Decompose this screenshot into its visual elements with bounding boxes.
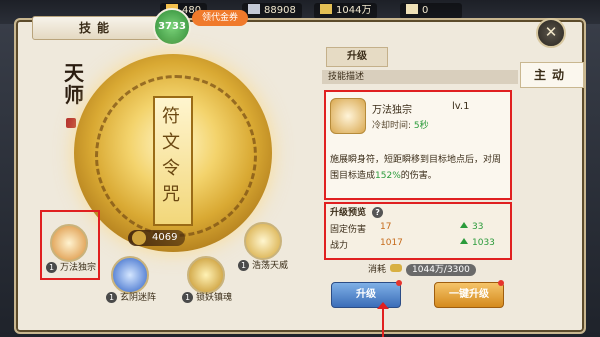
skill-label: 1 锁妖镇魂 xyxy=(182,292,232,304)
stat-current: 17 xyxy=(380,222,392,232)
cooldown: 冷却时间: 5秒 xyxy=(372,121,429,131)
resource-item: 0 xyxy=(400,3,462,19)
notification-dot xyxy=(498,280,504,286)
stat-label: 战力 xyxy=(330,241,349,251)
tab-active-skills[interactable]: 主动 xyxy=(520,62,584,88)
stat-next: 1033 xyxy=(460,238,495,248)
scroll-icon xyxy=(406,4,418,14)
claim-voucher-button[interactable]: 领代金券 xyxy=(192,10,248,26)
skill-label: 1 浩荡天威 xyxy=(238,260,288,272)
up-arrow-icon xyxy=(460,238,468,244)
vip-badge[interactable]: 3733 xyxy=(153,8,191,46)
upgrade-all-button[interactable]: 一键升级 xyxy=(434,282,504,308)
character-class-label: 天师 xyxy=(64,61,84,107)
gold-icon xyxy=(320,4,332,14)
stat-current: 1017 xyxy=(380,238,403,248)
resource-item: 1044万 xyxy=(314,3,378,19)
panel-title: 技能 xyxy=(32,16,162,40)
close-button[interactable]: ✕ xyxy=(536,18,566,48)
upgrade-preview-title: 升级预览? xyxy=(330,205,384,218)
skill-description-header: 技能描述 xyxy=(322,70,518,84)
power-display: 4069 xyxy=(128,230,186,246)
power-icon xyxy=(132,231,146,245)
skill-icon-current xyxy=(330,98,366,134)
resource-item: 88908 xyxy=(242,3,302,19)
jade-icon xyxy=(248,4,260,14)
upgrade-button[interactable]: 升级 xyxy=(331,282,401,308)
talisman-glyphs: 符文令咒 xyxy=(162,106,180,205)
gold-icon xyxy=(390,264,403,272)
skill-level: lv.1 xyxy=(452,101,470,112)
seal-icon xyxy=(66,118,76,128)
skill-name: 万法独宗 xyxy=(372,105,412,116)
help-icon[interactable]: ? xyxy=(372,207,384,218)
up-arrow-icon xyxy=(460,222,468,228)
notification-dot xyxy=(396,280,402,286)
skill-icon-suoyao[interactable] xyxy=(187,256,225,294)
stat-next: 33 xyxy=(460,222,483,232)
skill-label: 1 玄阴迷阵 xyxy=(106,292,156,304)
selected-skill-highlight xyxy=(40,210,100,280)
tab-upgrade[interactable]: 升级 xyxy=(326,47,388,67)
close-icon: ✕ xyxy=(544,23,558,41)
consume-row: 消耗 1044万/3300 xyxy=(368,262,476,276)
annotation-arrow xyxy=(377,302,389,337)
skill-description: 施展瞬身符，短距瞬移到目标地点后，对周围目标造成152%的伤害。 xyxy=(330,155,502,181)
skill-icon-haodang[interactable] xyxy=(244,222,282,260)
stat-label: 固定伤害 xyxy=(330,225,367,235)
skill-icon-xuanyin[interactable] xyxy=(111,256,149,294)
